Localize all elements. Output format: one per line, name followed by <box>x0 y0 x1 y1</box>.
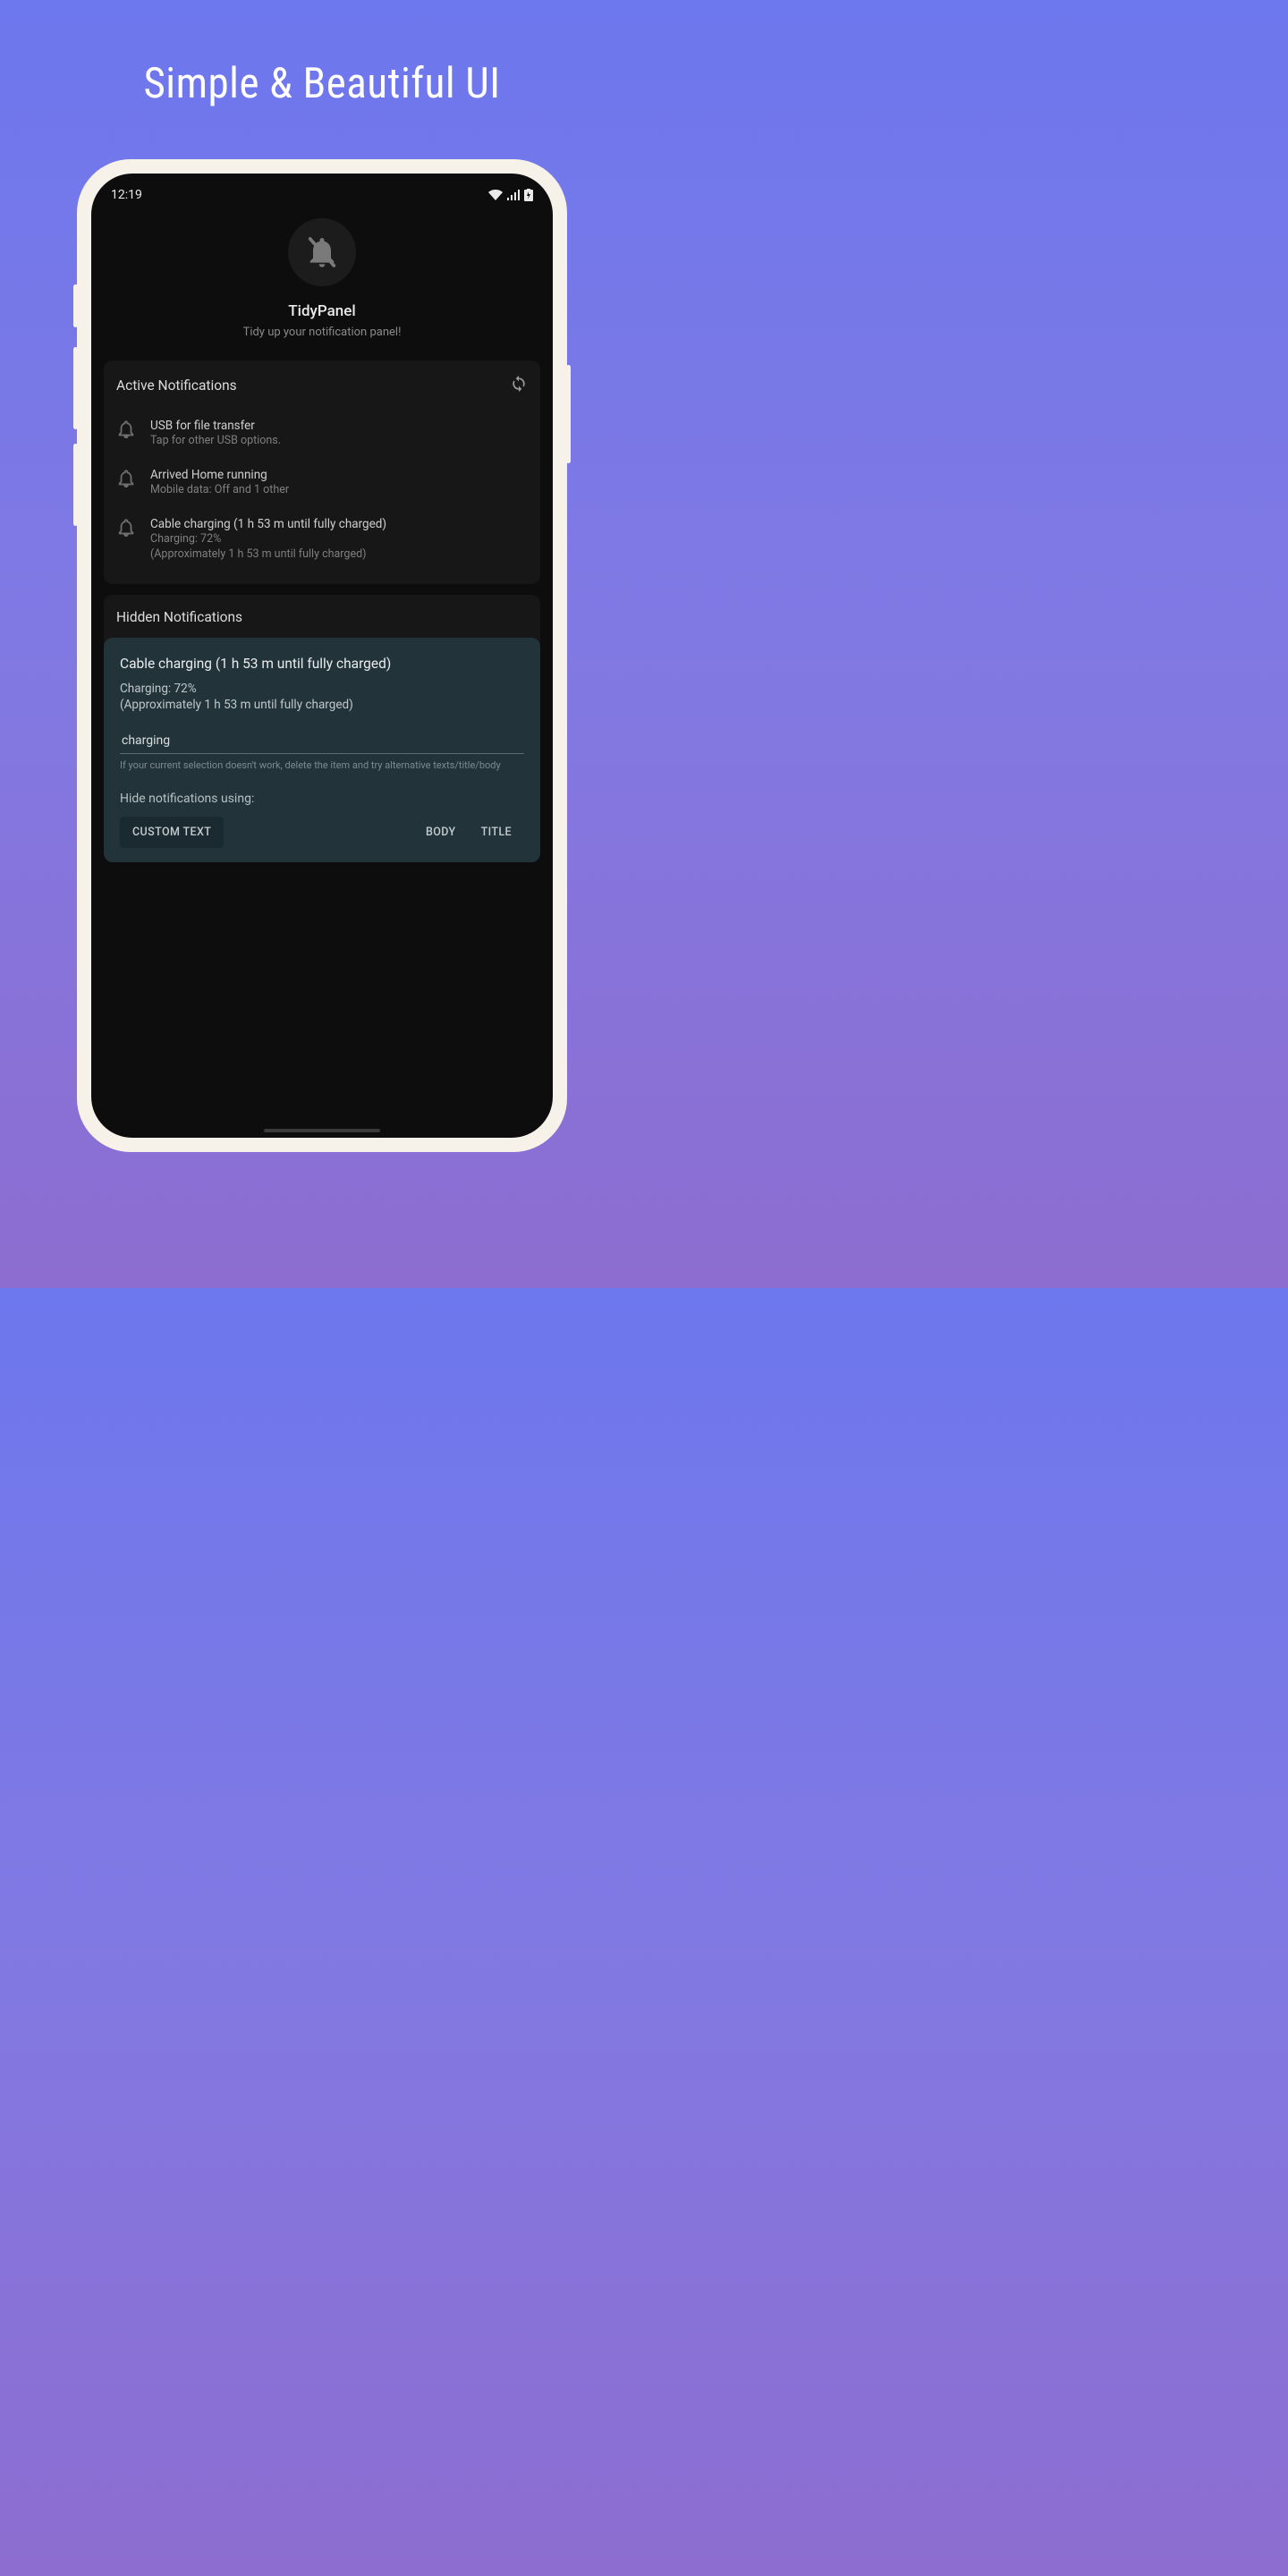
notification-item[interactable]: USB for file transfer Tap for other USB … <box>116 409 528 458</box>
battery-icon <box>524 189 533 201</box>
filter-text-input[interactable] <box>120 730 524 754</box>
active-notifications-card: Active Notifications USB for file transf… <box>104 360 540 584</box>
hidden-detail-body: Charging: 72% <box>120 681 524 697</box>
status-time: 12:19 <box>111 188 142 202</box>
notification-subtitle: (Approximately 1 h 53 m until fully char… <box>150 547 528 563</box>
notification-title: USB for file transfer <box>150 418 528 434</box>
notification-title: Cable charging (1 h 53 m until fully cha… <box>150 516 528 532</box>
bell-icon <box>116 469 136 492</box>
status-bar: 12:19 <box>91 174 553 208</box>
refresh-button[interactable] <box>510 375 528 396</box>
signal-icon <box>507 190 520 200</box>
hidden-detail-panel: Cable charging (1 h 53 m until fully cha… <box>104 638 540 862</box>
notification-subtitle: Tap for other USB options. <box>150 434 528 449</box>
hidden-notifications-title: Hidden Notifications <box>116 609 528 625</box>
title-button[interactable]: TITLE <box>469 817 524 848</box>
hidden-detail-body: (Approximately 1 h 53 m until fully char… <box>120 697 524 713</box>
bell-icon <box>116 419 136 443</box>
input-hint: If your current selection doesn't work, … <box>120 759 524 772</box>
phone-screen: 12:19 TidyPanel Tidy up your notificatio… <box>91 174 553 1138</box>
notification-title: Arrived Home running <box>150 467 528 483</box>
status-icons <box>488 189 533 201</box>
home-indicator[interactable] <box>264 1129 380 1132</box>
hidden-notifications-card: Hidden Notifications Cable charging (1 h… <box>104 595 540 862</box>
body-button[interactable]: BODY <box>413 817 469 848</box>
notification-subtitle: Mobile data: Off and 1 other <box>150 483 528 498</box>
hidden-detail-title: Cable charging (1 h 53 m until fully cha… <box>120 656 524 672</box>
phone-mock: 12:19 TidyPanel Tidy up your notificatio… <box>77 159 567 1152</box>
app-title: TidyPanel <box>91 302 553 320</box>
bell-off-icon <box>304 234 340 270</box>
notification-item[interactable]: Cable charging (1 h 53 m until fully cha… <box>116 507 528 572</box>
app-logo <box>288 218 356 286</box>
hide-using-label: Hide notifications using: <box>120 792 524 806</box>
active-notifications-title: Active Notifications <box>116 377 237 394</box>
app-header: TidyPanel Tidy up your notification pane… <box>91 208 553 339</box>
bell-icon <box>116 518 136 541</box>
wifi-icon <box>488 190 503 200</box>
notification-subtitle: Charging: 72% <box>150 532 528 547</box>
refresh-icon <box>510 375 528 393</box>
app-subtitle: Tidy up your notification panel! <box>91 326 553 339</box>
promo-headline: Simple & Beautiful UI <box>0 0 644 108</box>
notification-item[interactable]: Arrived Home running Mobile data: Off an… <box>116 458 528 507</box>
custom-text-button[interactable]: CUSTOM TEXT <box>120 817 224 848</box>
